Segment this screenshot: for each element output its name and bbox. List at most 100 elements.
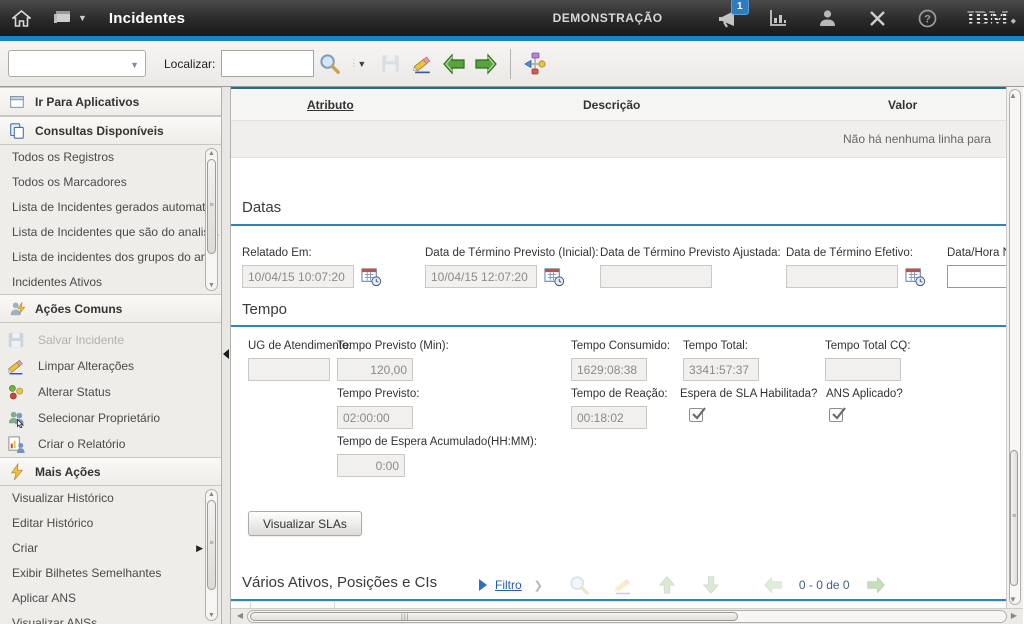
previous-arrow-icon[interactable]	[441, 51, 467, 77]
query-item[interactable]: Todos os Marcadores	[0, 170, 221, 195]
scroll-right-icon[interactable]: ▶	[1007, 611, 1021, 620]
action-change-status[interactable]: Alterar Status	[0, 379, 221, 405]
termino-efetivo-input	[786, 265, 898, 288]
lightning-icon	[7, 462, 27, 482]
more-actions-scrollbar[interactable]: ▲ ≡ ▼	[205, 489, 218, 621]
attribute-table-header: Atributo Descrição Valor	[231, 90, 1006, 121]
previous-page-icon-disabled	[761, 573, 785, 597]
scrollbar-thumb[interactable]: ≡	[1010, 450, 1018, 586]
search-options-caret-icon[interactable]: ▼	[357, 59, 366, 69]
scroll-up-icon[interactable]: ▲	[207, 150, 216, 157]
action-create-report[interactable]: Criar o Relatório	[0, 431, 221, 457]
query-combobox[interactable]: ▼	[8, 50, 146, 77]
tempo-total-input	[683, 358, 759, 381]
scrollbar-thumb[interactable]: |||	[250, 612, 738, 621]
scroll-up-icon[interactable]: ▲	[207, 491, 216, 498]
more-action-item-criar[interactable]: Criar ▶	[0, 536, 221, 561]
scroll-down-icon[interactable]: ▼	[207, 612, 216, 619]
scrollbar-thumb[interactable]: ≡	[207, 500, 216, 590]
query-item[interactable]: Todos os Registros	[0, 145, 221, 170]
windows-menu-icon[interactable]	[52, 7, 74, 29]
find-input[interactable]	[221, 50, 314, 77]
espera-sla-checkbox[interactable]	[689, 408, 703, 422]
save-icon	[377, 51, 403, 77]
tempo-total-cq-input	[825, 358, 901, 381]
visualizar-slas-button[interactable]: Visualizar SLAs	[248, 511, 362, 536]
search-icon[interactable]	[316, 51, 342, 77]
section-rule-datas	[231, 224, 1006, 226]
sidebar-header-more-actions[interactable]: Mais Ações	[0, 457, 221, 486]
query-list: Todos os Registros Todos os Marcadores L…	[0, 145, 221, 294]
vertical-scrollbar[interactable]: ▲ ≡ ▼	[1006, 87, 1023, 608]
bar-chart-icon[interactable]	[765, 5, 791, 31]
scrollbar-thumb[interactable]: ≡	[207, 159, 216, 254]
field-label: Tempo Previsto:	[337, 388, 419, 400]
queries-icon	[7, 121, 27, 141]
sidebar-splitter[interactable]	[222, 87, 231, 624]
move-down-icon-disabled	[699, 573, 723, 597]
horizontal-scrollbar[interactable]: ◀ ||| ▶	[231, 608, 1023, 624]
scroll-up-icon[interactable]: ▲	[1007, 91, 1019, 100]
tempo-consumido-input	[571, 358, 647, 381]
sidebar-header-go-to-apps[interactable]: Ir Para Aplicativos	[0, 87, 221, 116]
action-label: Alterar Status	[38, 385, 111, 399]
calendar-icon[interactable]	[544, 266, 565, 287]
query-list-scrollbar[interactable]: ▲ ≡ ▼	[205, 148, 218, 291]
field-label: Tempo Previsto (Min):	[337, 340, 449, 352]
empty-table-message: Não há nenhuma linha para	[843, 121, 991, 158]
home-icon[interactable]	[10, 7, 32, 29]
more-action-item[interactable]: Editar Histórico	[0, 511, 221, 536]
status-dots-icon	[6, 382, 26, 402]
navigation-sidebar: Ir Para Aplicativos Consultas Disponívei…	[0, 87, 222, 624]
termino-previsto-inicial-input	[425, 265, 537, 288]
workflow-icon[interactable]	[522, 51, 548, 77]
action-select-owner[interactable]: Selecionar Proprietário	[0, 405, 221, 431]
more-action-item[interactable]: Exibir Bilhetes Semelhantes	[0, 561, 221, 586]
megaphone-icon[interactable]: 1	[715, 5, 741, 31]
eraser-icon[interactable]	[409, 51, 435, 77]
column-header-atributo[interactable]: Atributo	[307, 98, 354, 112]
combobox-caret-icon[interactable]: ▼	[130, 60, 139, 70]
expand-filter-icon[interactable]	[479, 579, 487, 591]
svg-text:?: ?	[924, 13, 931, 25]
section-title-assets: Vários Ativos, Posições e CIs	[242, 574, 437, 591]
ans-aplicado-checkbox[interactable]	[829, 408, 843, 422]
chevron-right-icon[interactable]: ❯	[534, 579, 543, 592]
column-header-descricao: Descrição	[583, 98, 640, 112]
data-hora-input[interactable]	[947, 265, 1009, 288]
action-save-incident: Salvar Incidente	[0, 327, 221, 353]
sidebar-header-common-actions[interactable]: Ações Comuns	[0, 294, 221, 323]
scroll-down-icon[interactable]: ▼	[1007, 595, 1019, 604]
sidebar-header-label: Consultas Disponíveis	[35, 124, 164, 138]
environment-label: DEMONSTRAÇÃO	[553, 11, 663, 25]
next-arrow-icon[interactable]	[473, 51, 499, 77]
calendar-icon[interactable]	[361, 266, 382, 287]
more-action-item[interactable]: Visualizar Histórico	[0, 486, 221, 511]
scroll-left-icon[interactable]: ◀	[233, 611, 247, 620]
more-action-item[interactable]: Visualizar ANSs	[0, 611, 221, 624]
close-icon[interactable]	[865, 5, 891, 31]
sidebar-header-available-queries[interactable]: Consultas Disponíveis	[0, 116, 221, 145]
field-label: Tempo de Espera Acumulado(HH:MM):	[337, 436, 537, 448]
help-icon[interactable]: ?	[915, 5, 941, 31]
main-content: Atributo Descrição Valor Não há nenhuma …	[231, 87, 1023, 624]
application-window-icon	[7, 92, 27, 112]
person-icon[interactable]	[815, 5, 841, 31]
query-item[interactable]: Lista de incidentes dos grupos do an...	[0, 245, 221, 270]
field-label: Data de Término Previsto Ajustada:	[600, 247, 781, 259]
calendar-icon[interactable]	[905, 266, 926, 287]
relatado-em-input	[242, 265, 354, 288]
find-label: Localizar:	[164, 57, 215, 71]
menu-caret-icon[interactable]: ▼	[78, 13, 87, 23]
column-header-valor: Valor	[888, 98, 917, 112]
collapse-sidebar-icon[interactable]	[223, 349, 229, 359]
filtro-link[interactable]: Filtro	[495, 578, 522, 592]
more-action-item[interactable]: Aplicar ANS	[0, 586, 221, 611]
query-item[interactable]: Lista de Incidentes que são do analis...	[0, 220, 221, 245]
query-item[interactable]: Lista de Incidentes gerados automati...	[0, 195, 221, 220]
tempo-previsto-min-input	[337, 358, 413, 381]
action-clear-changes[interactable]: Limpar Alterações	[0, 353, 221, 379]
common-actions-list: Salvar Incidente Limpar Alterações Alter…	[0, 323, 221, 457]
query-item[interactable]: Incidentes Ativos	[0, 270, 221, 294]
scroll-down-icon[interactable]: ▼	[207, 282, 216, 289]
